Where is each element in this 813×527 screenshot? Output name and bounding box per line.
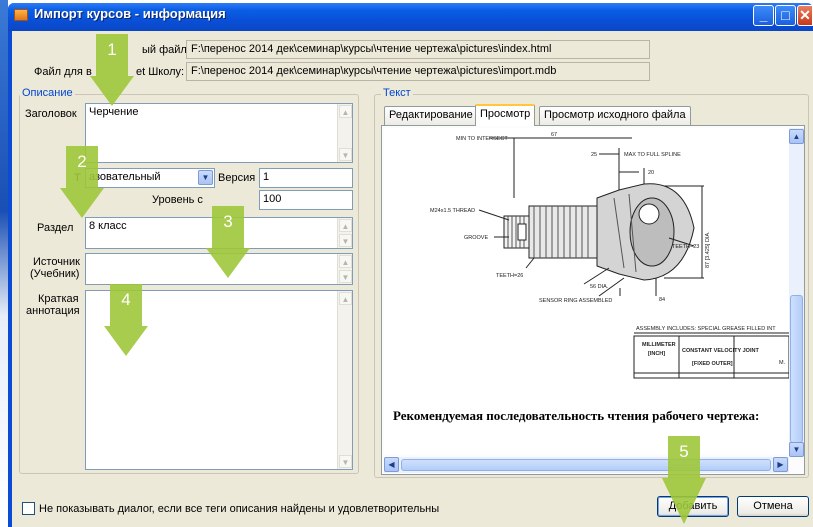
technical-drawing: MIN TO INTERSECT 67 25 MAX TO FULL SPLIN…: [430, 132, 789, 379]
dont-show-label[interactable]: Не показывать диалог, если все теги опис…: [39, 503, 439, 515]
version-input[interactable]: 1: [259, 168, 353, 188]
label-dia-56: 56 DIA.: [590, 284, 609, 290]
cancel-button[interactable]: Отмена: [737, 496, 809, 517]
label-dim-84: 84: [659, 297, 665, 303]
preview-horizontal-thumb[interactable]: [401, 459, 771, 471]
label-dia-87: 87 [3.425] DIA.: [705, 231, 711, 268]
maximize-button[interactable]: □: [775, 5, 796, 26]
scroll-up-icon[interactable]: ▲: [789, 129, 804, 144]
scroll-right-icon[interactable]: ▶: [773, 457, 788, 472]
scroll-up-icon[interactable]: ▲: [339, 255, 352, 268]
window-title: Импорт курсов - информация: [34, 6, 226, 21]
marker-2-number: 2: [77, 152, 87, 171]
summary-label-line1: Краткая: [38, 293, 79, 305]
scroll-down-icon[interactable]: ▼: [339, 234, 352, 247]
description-group-title: Описание: [20, 87, 75, 99]
version-label: Версия: [218, 172, 256, 184]
marker-4-number: 4: [121, 290, 131, 309]
scroll-down-icon[interactable]: ▼: [339, 148, 352, 161]
maximize-icon: □: [781, 7, 790, 23]
marker-2: 2: [60, 146, 104, 218]
section-scrollbar[interactable]: ▲ ▼: [337, 218, 352, 248]
heading-label: Заголовок: [25, 108, 77, 120]
label-millimeter: MILLIMETER: [642, 342, 676, 348]
label-sensor-ring: SENSOR RING ASSEMBLED: [539, 298, 612, 304]
label-corner-m: M.: [779, 360, 786, 366]
summary-scrollbar[interactable]: ▲ ▼: [337, 291, 352, 469]
scroll-left-icon[interactable]: ◀: [384, 457, 399, 472]
minimize-icon: _: [759, 7, 768, 23]
source-file-field: F:\перенос 2014 дек\семинар\курсы\чтение…: [186, 40, 650, 59]
target-file-field: F:\перенос 2014 дек\семинар\курсы\чтение…: [186, 62, 650, 81]
label-fixed-outer: [FIXED OUTER]: [692, 361, 733, 367]
label-assembly-includes: ASSEMBLY INCLUDES: SPECIAL GREASE FILLED…: [636, 326, 776, 332]
section-label: Раздел: [37, 222, 74, 234]
section-value: 8 класс: [89, 220, 127, 232]
close-button[interactable]: ✕: [797, 5, 813, 26]
label-teeth-26: TEETH=26: [496, 273, 523, 279]
scroll-down-icon[interactable]: ▼: [339, 270, 352, 283]
marker-5-number: 5: [679, 442, 689, 461]
scroll-down-icon[interactable]: ▼: [789, 442, 804, 457]
label-dim-20: 20: [648, 170, 654, 176]
scroll-up-icon[interactable]: ▲: [339, 105, 352, 118]
marker-1: 1: [90, 34, 134, 106]
marker-3: 3: [206, 206, 250, 278]
type-select[interactable]: азовательный ▼: [85, 168, 215, 188]
summary-label-line2: аннотация: [26, 305, 80, 317]
source-book-scrollbar[interactable]: ▲ ▼: [337, 254, 352, 284]
marker-1-number: 1: [107, 40, 117, 59]
label-teeth-23: TEETH=23: [672, 244, 699, 250]
scroll-down-icon[interactable]: ▼: [339, 455, 352, 468]
background-desktop: [0, 0, 8, 527]
level-input[interactable]: 100: [259, 190, 353, 210]
label-dim-67: 67: [551, 132, 557, 138]
scroll-up-icon[interactable]: ▲: [339, 219, 352, 232]
dont-show-checkbox[interactable]: [22, 502, 35, 515]
scroll-up-icon[interactable]: ▲: [339, 292, 352, 305]
source-book-label-line2: (Учебник): [30, 268, 80, 280]
heading-scrollbar[interactable]: ▲ ▼: [337, 104, 352, 162]
text-group-title: Текст: [381, 87, 413, 99]
chevron-down-icon[interactable]: ▼: [198, 170, 213, 185]
heading-value: Черчение: [89, 106, 139, 118]
label-cv-joint: CONSTANT VELOCITY JOINT: [682, 348, 759, 354]
app-icon: [14, 9, 28, 21]
source-file-label: ый файл:: [142, 44, 190, 56]
label-max-to-full-spline: MAX TO FULL SPLINE: [624, 152, 681, 158]
minimize-button[interactable]: _: [753, 5, 774, 26]
marker-3-number: 3: [223, 212, 233, 231]
marker-5: 5: [662, 436, 706, 524]
label-min-to-intersect: MIN TO INTERSECT: [456, 136, 508, 142]
target-file-label-left: Файл для в: [34, 66, 92, 78]
preview-vertical-thumb[interactable]: [790, 295, 803, 443]
close-icon: ✕: [799, 7, 811, 23]
target-file-label-right: et Школу:: [136, 66, 185, 78]
marker-4: 4: [104, 284, 148, 356]
tab-source-view[interactable]: Просмотр исходного файла: [539, 106, 691, 125]
recommendation-text: Рекомендуемая последовательность чтения …: [393, 408, 760, 423]
label-thread: M24x1.5 THREAD: [430, 208, 475, 214]
label-groove: GROOVE: [464, 235, 488, 241]
tab-preview[interactable]: Просмотр: [475, 104, 536, 126]
tab-edit[interactable]: Редактирование: [384, 106, 478, 125]
heading-textarea[interactable]: Черчение ▲ ▼: [85, 103, 353, 163]
level-label: Уровень с: [152, 194, 203, 206]
label-inch: [INCH]: [648, 351, 665, 357]
source-book-label-line1: Источник: [33, 256, 80, 268]
label-dim-25: 25: [591, 152, 597, 158]
